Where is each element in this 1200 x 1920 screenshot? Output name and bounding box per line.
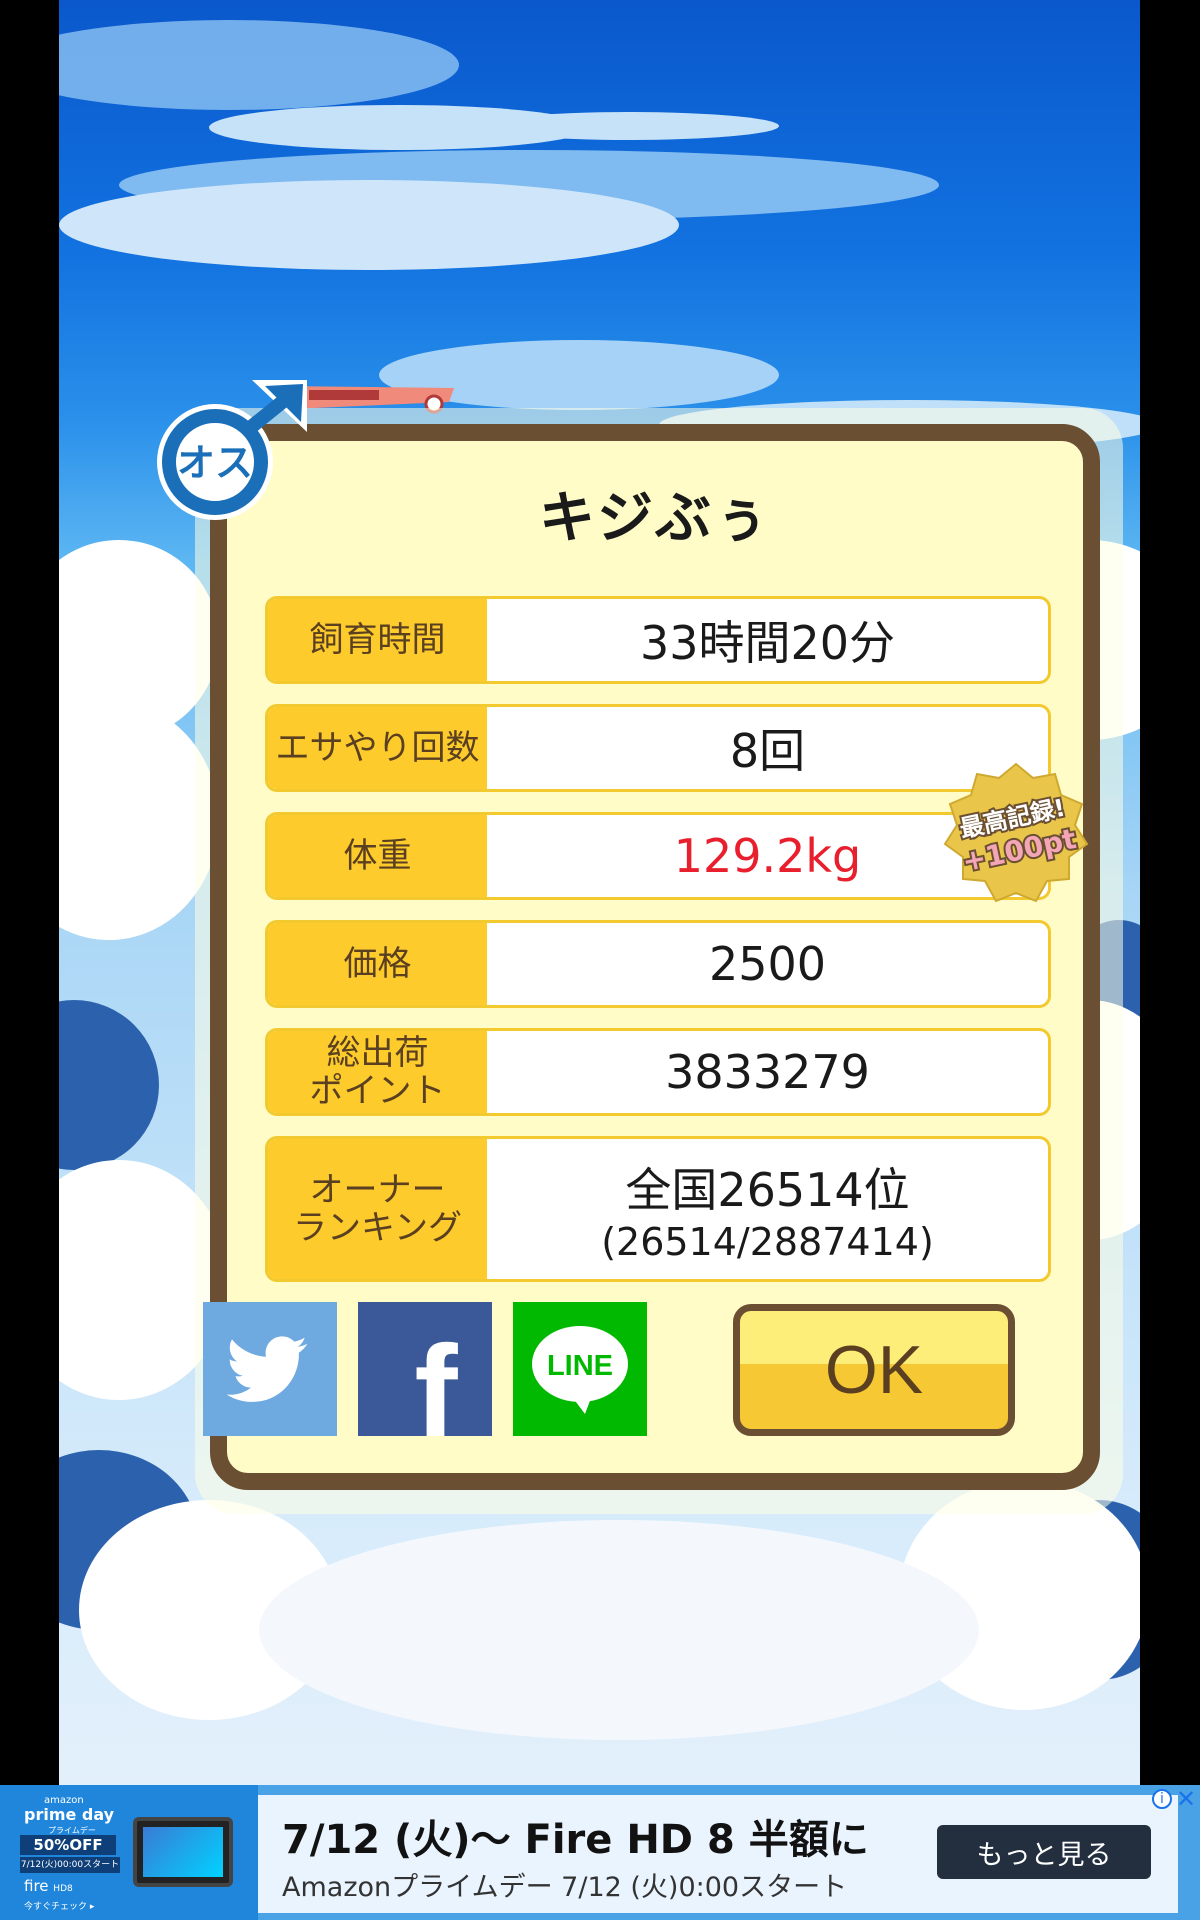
- gender-label: オス: [177, 441, 253, 485]
- tablet-image: [133, 1817, 233, 1887]
- twitter-share-button[interactable]: [203, 1302, 337, 1436]
- pig-name-title: キジぶぅ: [539, 486, 771, 551]
- stat-label: オーナー ランキング: [268, 1139, 487, 1279]
- facebook-f-icon: f: [414, 1318, 458, 1464]
- stat-value: 33時間20分: [639, 616, 896, 670]
- facebook-letter: f: [414, 1318, 458, 1436]
- stat-value: 全国26514位 (26514/2887414): [487, 1139, 1048, 1279]
- ad-cta-button[interactable]: もっと見る: [937, 1825, 1151, 1879]
- ad-discount: 50%OFF: [20, 1835, 116, 1855]
- stat-row-owner-ranking: オーナー ランキング 全国26514位 (26514/2887414): [265, 1136, 1051, 1282]
- ad-promo-image: amazon prime day プライムデー 50%OFF 7/12(火)00…: [0, 1785, 258, 1920]
- ad-prime-day-logo: prime day: [24, 1805, 115, 1824]
- ad-info-icon[interactable]: i: [1152, 1789, 1172, 1809]
- ad-fire-logo: fire HD8: [24, 1877, 73, 1895]
- ad-check-link: 今すぐチェック ▸: [24, 1902, 95, 1912]
- ad-fire-model: HD8: [53, 1884, 73, 1894]
- line-label: LINE: [547, 1350, 613, 1382]
- stat-row-raising-time: 飼育時間 33時間20分: [265, 596, 1051, 684]
- line-bubble-icon: LINE: [532, 1326, 628, 1414]
- record-badge: 最高記録! +100pt: [943, 762, 1089, 903]
- stat-row-feed-count: エサやり回数 8回: [265, 704, 1051, 792]
- sky-cloud: [59, 180, 679, 270]
- ok-button[interactable]: OK: [733, 1304, 1015, 1436]
- stat-label: 価格: [268, 923, 487, 1005]
- ad-subline: Amazonプライムデー 7/12 (火)0:00スタート: [282, 1872, 848, 1903]
- ad-close-icon[interactable]: ✕: [1176, 1785, 1196, 1813]
- ranking-detail: (26514/2887414): [601, 1220, 934, 1264]
- stat-row-price: 価格 2500: [265, 920, 1051, 1008]
- ad-banner[interactable]: amazon prime day プライムデー 50%OFF 7/12(火)00…: [0, 1785, 1200, 1920]
- stat-value: 2500: [708, 937, 827, 991]
- cloud-puff: [259, 1520, 979, 1740]
- ranking-value: 全国26514位: [625, 1163, 910, 1217]
- game-screen: キジぶぅ 飼育時間 33時間20分 エサやり回数 8回 体重 129.2kg 価…: [59, 0, 1140, 1785]
- cloud-shadow: [59, 1000, 159, 1170]
- stat-label: 総出荷 ポイント: [268, 1031, 487, 1113]
- stat-label: 飼育時間: [268, 599, 487, 681]
- ad-headline: 7/12 (火)〜 Fire HD 8 半額に: [282, 1817, 869, 1863]
- sky-cloud: [479, 112, 779, 140]
- stat-value: 3833279: [665, 1045, 870, 1099]
- stat-row-weight: 体重 129.2kg: [265, 812, 1051, 900]
- stat-row-shipping-points: 総出荷 ポイント 3833279: [265, 1028, 1051, 1116]
- male-gender-icon: オス: [157, 380, 307, 520]
- sky-cloud: [59, 20, 459, 110]
- stat-label: 体重: [268, 815, 487, 897]
- ad-fire-text: fire: [24, 1877, 49, 1895]
- ad-date-small: 7/12(火)00:00スタート: [20, 1857, 120, 1873]
- twitter-bird-icon: [226, 1336, 308, 1402]
- facebook-share-button[interactable]: f: [358, 1302, 492, 1464]
- stat-label: エサやり回数: [268, 707, 487, 789]
- line-share-button[interactable]: LINE: [513, 1302, 647, 1436]
